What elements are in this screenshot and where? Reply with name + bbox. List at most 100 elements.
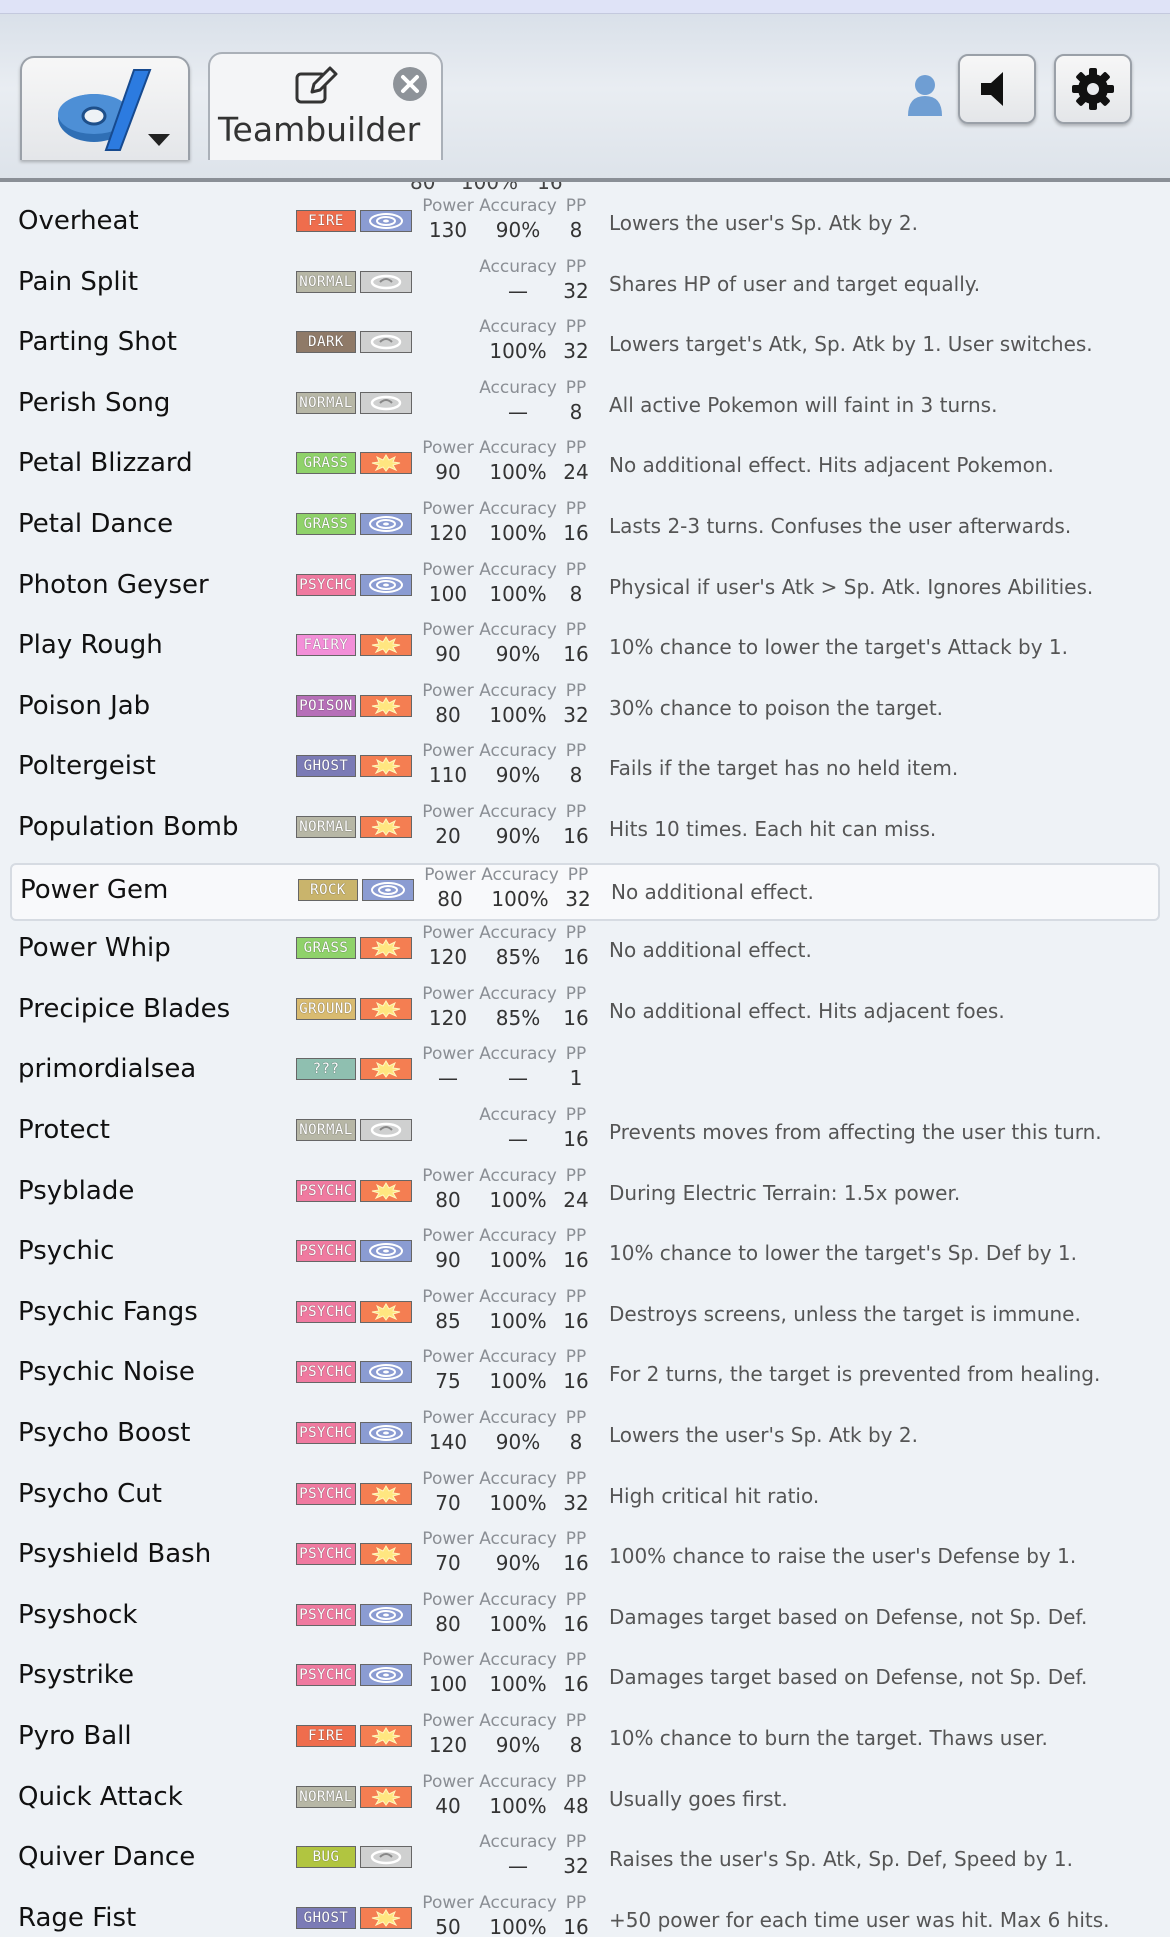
tab-teambuilder[interactable]: Teambuilder <box>208 52 443 160</box>
type-badge: PSYCHC <box>296 1422 356 1444</box>
move-description: 10% chance to lower the target's Sp. Def… <box>609 1241 1077 1266</box>
physical-category-icon <box>360 1543 412 1566</box>
accuracy-stat: Accuracy 85% <box>478 984 558 1030</box>
move-row[interactable]: Photon Geyser PSYCHC Power 100 Accuracy 100% P… <box>10 560 1160 618</box>
move-row[interactable]: Overheat FIRE Power 130 Accuracy 90% PP 8 Lowers… <box>10 196 1160 254</box>
move-row[interactable]: Population Bomb NORMAL Power 20 Accuracy 90% P… <box>10 802 1160 860</box>
type-badge: NORMAL <box>296 270 356 293</box>
move-row[interactable]: Psycho Boost PSYCHC Power 140 Accuracy 90% PP 8… <box>10 1408 1160 1466</box>
power-stat: Power 90 <box>418 438 478 484</box>
accuracy-stat: Accuracy — <box>478 378 558 424</box>
move-row[interactable]: Pain Split NORMAL Accuracy — PP 32 Shares HP o… <box>10 257 1160 315</box>
power-stat-label: Power <box>422 1165 474 1186</box>
pp-stat-value: 16 <box>563 1611 589 1636</box>
move-row[interactable]: Rage Fist GHOST Power 50 Accuracy 100% PP 16 +50… <box>10 1893 1160 1937</box>
move-description: 10% chance to lower the target's Attack … <box>609 635 1068 660</box>
status-category-icon <box>360 391 412 414</box>
move-row[interactable]: Quiver Dance BUG Accuracy — PP 32 Raises the u… <box>10 1832 1160 1890</box>
pp-stat-label: PP <box>565 1044 587 1065</box>
power-stat-value: 90 <box>435 642 461 667</box>
pp-stat-value: 8 <box>569 218 583 242</box>
move-description: Usually goes first. <box>609 1786 788 1811</box>
move-name: Psychic Fangs <box>18 1296 198 1327</box>
power-stat: Power 85 <box>418 1287 478 1333</box>
pp-stat-value: 16 <box>563 1672 589 1697</box>
power-stat-label: Power <box>422 1589 474 1610</box>
move-row[interactable]: Petal Dance GRASS Power 120 Accuracy 100% PP 16… <box>10 499 1160 557</box>
move-row[interactable]: Psyshield Bash PSYCHC Power 70 Accuracy 90% PP… <box>10 1529 1160 1587</box>
move-row[interactable]: Psyshock PSYCHC Power 80 Accuracy 100% PP 16 Dam… <box>10 1590 1160 1648</box>
move-row[interactable]: Poltergeist GHOST Power 110 Accuracy 90% PP 8 Fa… <box>10 741 1160 799</box>
accuracy-stat: Accuracy 100% <box>478 1166 558 1212</box>
physical-category-icon <box>360 452 412 475</box>
pp-stat-value: 32 <box>563 702 589 727</box>
power-stat: Power 50 <box>418 1893 478 1937</box>
move-name: Petal Blizzard <box>18 448 193 479</box>
move-description: Lowers the user's Sp. Atk by 2. <box>609 1423 918 1447</box>
type-badge: GROUND <box>296 997 356 1020</box>
user-icon[interactable] <box>905 72 945 118</box>
physical-category-icon <box>360 937 412 960</box>
settings-button[interactable] <box>1054 54 1132 124</box>
move-row[interactable]: Pyro Ball FIRE Power 120 Accuracy 90% PP 8 10% c… <box>10 1711 1160 1769</box>
power-stat-value: 80 <box>435 1611 461 1636</box>
type-badge: FIRE <box>296 210 356 232</box>
close-tab-icon[interactable] <box>392 66 428 102</box>
special-category-icon <box>360 513 412 535</box>
pp-stat-value: 1 <box>569 1066 583 1091</box>
pp-stat: PP 32 <box>560 1469 592 1515</box>
move-description: No additional effect. Hits adjacent Poke… <box>609 453 1054 478</box>
pp-stat: PP 16 <box>560 984 592 1030</box>
type-badge: PSYCHC <box>296 1361 356 1384</box>
move-name: Psycho Boost <box>18 1418 191 1448</box>
type-badge: PSYCHC <box>296 573 356 596</box>
power-stat-value: 120 <box>428 521 468 545</box>
power-stat-label: Power <box>422 559 474 580</box>
move-description: No additional effect. Hits adjacent foes… <box>609 998 1005 1023</box>
move-description: Shares HP of user and target equally. <box>609 271 981 296</box>
move-name: Petal Dance <box>18 509 174 539</box>
physical-category-icon <box>360 997 412 1020</box>
accuracy-stat-label: Accuracy <box>479 317 557 338</box>
move-row[interactable]: Psycho Cut PSYCHC Power 70 Accuracy 100% PP 32 H… <box>10 1469 1160 1527</box>
pp-stat: PP 8 <box>560 378 592 424</box>
move-row[interactable]: Psychic Noise PSYCHC Power 75 Accuracy 100% PP… <box>10 1347 1160 1405</box>
power-stat: Power 110 <box>418 741 478 787</box>
move-row[interactable]: Precipice Blades GROUND Power 120 Accuracy 85… <box>10 984 1160 1042</box>
move-description: Lasts 2-3 turns. Confuses the user after… <box>609 514 1072 538</box>
pp-stat-value: 16 <box>563 1551 589 1576</box>
move-row[interactable]: Poison Jab POISON Power 80 Accuracy 100% PP 32 3… <box>10 681 1160 739</box>
pp-stat-value: 16 <box>563 824 589 848</box>
pp-stat: PP 16 <box>560 1529 592 1575</box>
move-row[interactable]: Psyblade PSYCHC Power 80 Accuracy 100% PP 24 Dur… <box>10 1166 1160 1224</box>
move-row[interactable]: Petal Blizzard GRASS Power 90 Accuracy 100% PP… <box>10 438 1160 496</box>
move-row[interactable]: Psychic Fangs PSYCHC Power 85 Accuracy 100% PP… <box>10 1287 1160 1345</box>
move-description: 100% chance to raise the user's Defense … <box>609 1544 1077 1569</box>
move-row[interactable]: Protect NORMAL Accuracy — PP 16 Prevents moves… <box>10 1105 1160 1163</box>
type-badge: DARK <box>296 331 356 354</box>
move-row[interactable]: Parting Shot DARK Accuracy 100% PP 32 Lowers t… <box>10 317 1160 375</box>
move-row[interactable]: Perish Song NORMAL Accuracy — PP 8 All active … <box>10 378 1160 436</box>
move-row[interactable]: Psychic PSYCHC Power 90 Accuracy 100% PP 16 10% … <box>10 1226 1160 1284</box>
power-stat: Power 40 <box>418 1772 478 1818</box>
accuracy-stat-value: 100% <box>489 339 547 364</box>
accuracy-stat-value: 90% <box>495 1430 541 1454</box>
move-row[interactable]: primordialsea??? Power — Accuracy — PP 1 <box>10 1044 1160 1102</box>
accuracy-stat: Accuracy — <box>478 1832 558 1878</box>
move-row[interactable]: Power Whip GRASS Power 120 Accuracy 85% PP 16 No… <box>10 923 1160 981</box>
sound-button[interactable] <box>958 54 1036 124</box>
move-description: Damages target based on Defense, not Sp.… <box>609 1604 1088 1629</box>
move-row[interactable]: Psystrike PSYCHC Power 100 Accuracy 100% PP 16 D… <box>10 1650 1160 1708</box>
accuracy-stat-label: Accuracy <box>479 1165 557 1186</box>
move-description: All active Pokemon will faint in 3 turns… <box>609 392 998 417</box>
accuracy-stat-label: Accuracy <box>481 864 559 885</box>
pp-stat: PP 48 <box>560 1772 592 1818</box>
accuracy-stat-value: — <box>508 1066 528 1091</box>
accuracy-stat: Accuracy 100% <box>478 317 558 363</box>
accuracy-stat: Accuracy 100% <box>478 1226 558 1272</box>
move-row[interactable]: Quick Attack NORMAL Power 40 Accuracy 100% PP 4… <box>10 1772 1160 1830</box>
home-menu-button[interactable] <box>20 56 190 160</box>
move-list[interactable]: 80 100% 16 Overheat FIRE Power 130 Accuracy 9… <box>0 182 1170 1937</box>
move-row[interactable]: Power Gem ROCK Power 80 Accuracy 100% PP 32 No a… <box>10 862 1160 921</box>
move-row[interactable]: Play Rough FAIRY Power 90 Accuracy 90% PP 16 10%… <box>10 620 1160 678</box>
